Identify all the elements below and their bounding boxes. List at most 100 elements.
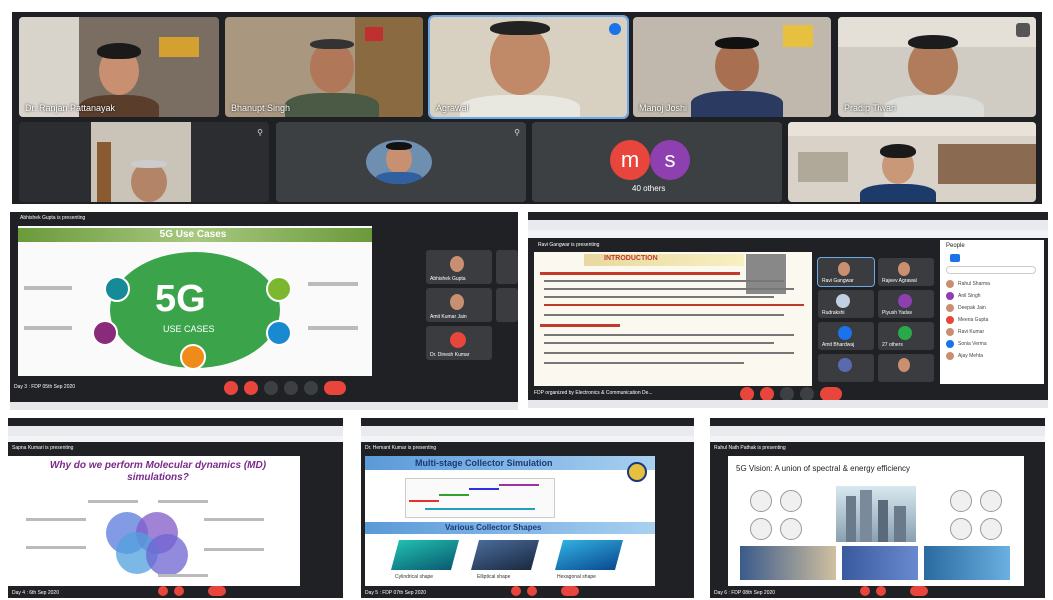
vision-icon bbox=[750, 490, 772, 512]
participant-tile-1[interactable]: Dr. Ranjan Pattanayak bbox=[19, 17, 219, 117]
footer-label: Day 5 : FDP 07th Sep 2020 bbox=[365, 590, 427, 596]
search-people-input[interactable] bbox=[946, 266, 1036, 274]
pin-icon[interactable] bbox=[1016, 23, 1030, 37]
captions-icon[interactable] bbox=[264, 381, 278, 395]
side-tile[interactable]: Rudrakshi bbox=[818, 290, 874, 318]
pin-icon[interactable]: ⚲ bbox=[257, 128, 263, 137]
avatar bbox=[366, 140, 432, 184]
camera-off-icon[interactable] bbox=[760, 387, 774, 401]
slide-title: 5G Vision: A union of spectral & energy … bbox=[736, 464, 911, 473]
participant-tile-3[interactable]: Agrawal bbox=[428, 15, 629, 119]
side-tile[interactable] bbox=[496, 250, 518, 284]
participant-name: Pradip Tiwari bbox=[844, 103, 897, 113]
person-item: Sonia Verma bbox=[958, 341, 987, 347]
screenshot-5g-use-cases: Abhishek Gupta is presenting 5G Use Case… bbox=[10, 212, 518, 402]
end-call-icon[interactable] bbox=[561, 586, 579, 596]
others-tile[interactable]: m s 40 others bbox=[532, 122, 782, 202]
mic-off-icon[interactable] bbox=[224, 381, 238, 395]
side-tile[interactable]: Rajeev Agrawal bbox=[878, 258, 934, 286]
person-item: Anil Singh bbox=[958, 293, 981, 299]
people-title: People bbox=[946, 243, 965, 249]
presenting-label: Abhishek Gupta is presenting bbox=[20, 215, 86, 221]
slide: Multi-stage Collector Simulation Various… bbox=[365, 456, 655, 586]
add-people-icon[interactable] bbox=[950, 254, 960, 262]
others-count: 40 others bbox=[632, 184, 666, 193]
camera-off-icon[interactable] bbox=[244, 381, 258, 395]
slide-title: INTRODUCTION bbox=[604, 255, 658, 262]
presenting-label: Sapna Kumari is presenting bbox=[12, 445, 74, 451]
side-tile[interactable]: Ravi Gangwar bbox=[817, 257, 875, 287]
side-tile[interactable] bbox=[818, 354, 874, 382]
camera-off-icon[interactable] bbox=[174, 586, 184, 596]
camera-off-icon[interactable] bbox=[876, 586, 886, 596]
screenshot-5g-vision: Rahul Nath Pathak is presenting 5G Visio… bbox=[710, 418, 1045, 598]
taskbar bbox=[10, 402, 518, 410]
side-tile[interactable]: 27 others bbox=[878, 322, 934, 350]
participant-tile-8[interactable] bbox=[788, 122, 1036, 202]
slide: Why do we perform Molecular dynamics (MD… bbox=[8, 456, 300, 586]
presenting-label: Ravi Gangwar is presenting bbox=[538, 242, 600, 248]
person-item: Rahul Sharma bbox=[958, 281, 990, 287]
center-use-cases: USE CASES bbox=[163, 324, 215, 334]
more-icon[interactable] bbox=[304, 381, 318, 395]
participant-tile-5[interactable]: Pradip Tiwari bbox=[838, 17, 1036, 117]
vision-icon bbox=[780, 490, 802, 512]
screenshot-collector-simulation: Dr. Hemant Kumar is presenting Multi-sta… bbox=[361, 418, 694, 598]
end-call-icon[interactable] bbox=[910, 586, 928, 596]
avatar-m: m bbox=[610, 140, 650, 180]
icon-bubble bbox=[92, 320, 118, 346]
shape-label: Cylindrical shape bbox=[395, 574, 434, 580]
side-tile[interactable]: Dr. Dinesh Kumar bbox=[426, 326, 492, 360]
side-tile[interactable]: Piyush Yadav bbox=[878, 290, 934, 318]
vision-icon bbox=[950, 518, 972, 540]
present-icon[interactable] bbox=[800, 387, 814, 401]
people-panel: People Rahul Sharma Anil Singh Deepak Ja… bbox=[940, 240, 1044, 384]
end-call-icon[interactable] bbox=[324, 381, 346, 395]
person-item: Ravi Kumar bbox=[958, 329, 985, 335]
captions-icon[interactable] bbox=[780, 387, 794, 401]
side-tile[interactable] bbox=[878, 354, 934, 382]
mic-off-icon[interactable] bbox=[511, 586, 521, 596]
footer-label: FDP organized by Electronics & Communica… bbox=[534, 390, 653, 396]
vision-icon bbox=[980, 490, 1002, 512]
participant-name: Manoj Joshi bbox=[639, 103, 688, 113]
icon-bubble bbox=[180, 344, 206, 370]
camera-off-icon[interactable] bbox=[527, 586, 537, 596]
shape-label: Hexagonal shape bbox=[557, 574, 596, 580]
mic-off-icon[interactable] bbox=[158, 586, 168, 596]
participant-tile-4[interactable]: Manoj Joshi bbox=[633, 17, 831, 117]
shape-image bbox=[470, 540, 540, 570]
center-5g: 5G bbox=[155, 278, 206, 320]
pin-icon[interactable]: ⚲ bbox=[514, 128, 520, 137]
side-tile[interactable]: Amit Kumar Jain bbox=[426, 288, 492, 322]
slide-title: Multi-stage Collector Simulation bbox=[415, 458, 553, 468]
icon-bubble bbox=[266, 320, 292, 346]
side-tile[interactable]: Abhishek Gupta bbox=[426, 250, 492, 284]
person-item: Deepak Jain bbox=[958, 305, 986, 311]
slide-title: Why do we perform Molecular dynamics (MD… bbox=[49, 460, 267, 483]
presenting-label: Rahul Nath Pathak is presenting bbox=[714, 445, 786, 451]
vision-icon bbox=[750, 518, 772, 540]
participant-tile-2[interactable]: Bhanupt Singh bbox=[225, 17, 423, 117]
mic-off-icon[interactable] bbox=[740, 387, 754, 401]
icon-bubble bbox=[104, 276, 130, 302]
side-tile[interactable]: Amit Bhardwaj bbox=[818, 322, 874, 350]
end-call-icon[interactable] bbox=[208, 586, 226, 596]
logo bbox=[627, 462, 647, 482]
end-call-icon[interactable] bbox=[820, 387, 842, 401]
participant-name: Bhanupt Singh bbox=[231, 103, 291, 113]
speaking-indicator-icon bbox=[609, 23, 621, 35]
side-tile[interactable] bbox=[496, 288, 518, 322]
participant-tile-6[interactable]: ⚲ bbox=[19, 122, 269, 202]
icon-bubble bbox=[266, 276, 292, 302]
person-item: Meena Gupta bbox=[958, 317, 989, 323]
mic-off-icon[interactable] bbox=[860, 586, 870, 596]
participant-tile-7[interactable]: ⚲ bbox=[276, 122, 526, 202]
taskbar bbox=[528, 400, 1048, 408]
screenshot-introduction: Ravi Gangwar is presenting INTRODUCTION … bbox=[528, 212, 1048, 408]
shape-label: Elliptical shape bbox=[477, 574, 511, 580]
avatar-s: s bbox=[650, 140, 690, 180]
present-icon[interactable] bbox=[284, 381, 298, 395]
shape-image bbox=[554, 540, 624, 570]
shape-image bbox=[390, 540, 460, 570]
